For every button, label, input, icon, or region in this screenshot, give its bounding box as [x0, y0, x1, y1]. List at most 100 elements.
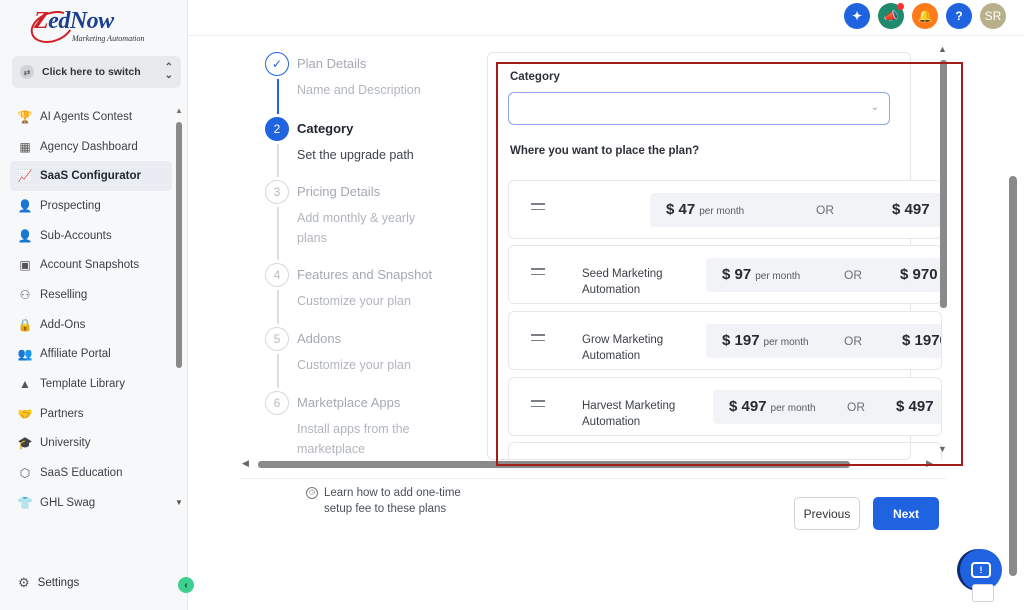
magic-wand-button[interactable]: ✦ — [844, 3, 870, 29]
plan-row[interactable]: Harvest Marketing Automation $ 497 per mon… — [508, 377, 942, 436]
logo-z: Z — [34, 8, 49, 34]
plan-row-partial[interactable] — [508, 442, 942, 460]
step-description: Set the upgrade path — [297, 148, 414, 162]
panel-horizontal-scrollbar[interactable] — [258, 461, 850, 468]
or-label: OR — [844, 268, 862, 282]
sidebar-item-label: University — [40, 437, 91, 450]
step-description: Name and Description — [297, 83, 421, 97]
sidebar-item-label: Account Snapshots — [40, 259, 140, 272]
step-check-icon: ✓ — [265, 52, 289, 76]
sidebar-item-reselling[interactable]: ⚇ Reselling — [10, 280, 172, 310]
step-number: 3 — [265, 180, 289, 204]
sidebar-item-label: AI Agents Contest — [40, 110, 133, 123]
monthly-price: $ 47 per month — [666, 201, 744, 218]
sidebar-item-label: Partners — [40, 407, 84, 420]
monthly-amount: $ 197 — [722, 332, 760, 349]
step-title: Category — [297, 121, 354, 136]
sidebar-item-saas-education[interactable]: ⬡ SaaS Education — [10, 458, 172, 488]
panel-scroll-up-icon[interactable]: ▲ — [938, 44, 947, 54]
setup-fee-info-text: Learn how to add one-time setup fee to t… — [324, 487, 461, 515]
sidebar-item-affiliate-portal[interactable]: 👥 Affiliate Portal — [10, 340, 172, 370]
sidebar-item-label: Affiliate Portal — [40, 348, 111, 361]
updown-chevron-icon: ⌃ ⌄ — [164, 62, 173, 81]
sidebar-scroll-down-icon[interactable]: ▼ — [175, 498, 183, 507]
account-switcher[interactable]: ⇄ Click here to switch ⌃ ⌄ — [12, 56, 181, 88]
next-button[interactable]: Next — [873, 497, 939, 530]
monthly-price: $ 197 per month — [722, 332, 809, 349]
panel-scroll-left-icon[interactable]: ◀ — [242, 458, 249, 469]
per-month-label: per month — [699, 206, 745, 217]
drag-handle-icon[interactable] — [531, 268, 545, 279]
price-pill: $ 197per month OR $ 1970 — [706, 324, 941, 358]
sidebar-item-ghl-swag[interactable]: 👕 GHL Swag — [10, 488, 172, 518]
category-label: Category — [510, 71, 560, 83]
step-title: Plan Details — [297, 56, 367, 71]
handshake-icon: 🤝 — [17, 406, 33, 421]
drag-handle-icon[interactable] — [531, 334, 545, 345]
page-vertical-scrollbar[interactable] — [1009, 176, 1017, 576]
sidebar-item-label: SaaS Education — [40, 467, 123, 480]
sidebar-item-ai-agents-contest[interactable]: 🏆 AI Agents Contest — [10, 102, 172, 132]
drag-handle-icon[interactable] — [531, 400, 545, 411]
sidebar-item-template-library[interactable]: ▲ Template Library — [10, 369, 172, 399]
previous-button[interactable]: Previous — [794, 497, 860, 530]
sidebar-item-add-ons[interactable]: 🔒 Add-Ons — [10, 310, 172, 340]
sidebar-item-university[interactable]: 🎓 University — [10, 429, 172, 459]
panel-scroll-down-icon[interactable]: ▼ — [938, 444, 947, 454]
people-icon: 👥 — [17, 347, 33, 362]
step-description: Customize your plan — [297, 294, 411, 308]
per-month-label: per month — [770, 403, 816, 414]
sidebar-scroll-up-icon[interactable]: ▲ — [175, 106, 183, 115]
settings-label: Settings — [37, 577, 80, 589]
avatar[interactable]: SR — [980, 3, 1006, 29]
step-connector — [277, 354, 279, 388]
sidebar-item-agency-dashboard[interactable]: ▦ Agency Dashboard — [10, 132, 172, 162]
notifications-button[interactable]: 🔔 — [912, 3, 938, 29]
or-label: OR — [844, 334, 862, 348]
step-connector — [277, 144, 279, 177]
panel-scroll-right-icon[interactable]: ▶ — [926, 458, 933, 469]
snapshot-icon: ▣ — [19, 258, 31, 273]
minimized-widget[interactable] — [972, 584, 994, 602]
sidebar-nav: 🏆 AI Agents Contest ▦ Agency Dashboard 📈 SaaS… — [10, 102, 172, 518]
logo-wordmark: ZedNow — [34, 8, 114, 35]
avatar-initials: SR — [984, 9, 1002, 23]
sidebar-item-saas-configurator[interactable]: 📈 SaaS Configurator — [10, 161, 172, 192]
sidebar-item-settings[interactable]: ⚙ Settings — [18, 575, 79, 591]
shirt-icon: 👕 — [17, 495, 33, 510]
sidebar-item-label: Prospecting — [40, 199, 101, 212]
price-pill: $ 47 per month OR $ 497 — [650, 193, 941, 227]
clock-icon: ◷ — [306, 487, 318, 499]
collapse-sidebar-button[interactable]: ‹ — [178, 577, 194, 593]
sidebar-scrollbar[interactable] — [176, 122, 182, 368]
monthly-price: $ 497 per month — [729, 398, 816, 415]
sidebar-item-sub-accounts[interactable]: 👤 Sub-Accounts — [10, 221, 172, 251]
user-icon: 👤 — [17, 228, 33, 243]
bag-icon: 🔒 — [17, 317, 33, 332]
step-connector — [277, 207, 279, 260]
chat-bubble-icon: ! — [971, 562, 991, 578]
sidebar-item-prospecting[interactable]: 👤 Prospecting — [10, 191, 172, 221]
user-search-icon: 👤 — [17, 198, 33, 213]
announcements-button[interactable]: 📣 — [878, 3, 904, 29]
plan-row[interactable]: $ 47 per month OR $ 497 — [508, 180, 942, 239]
plan-row[interactable]: Grow Marketing Automation $ 197 per month O… — [508, 311, 942, 370]
placement-question: Where you want to place the plan? — [510, 145, 700, 157]
help-button[interactable]: ? — [946, 3, 972, 29]
drag-handle-icon[interactable] — [531, 203, 545, 214]
category-select[interactable]: ⌄ — [508, 92, 890, 125]
plan-name: Harvest Marketing Automation — [582, 400, 676, 428]
price-pill: $ 497 per month OR $ 497 — [713, 390, 941, 424]
monthly-amount: $ 497 — [729, 398, 767, 415]
switch-icon: ⇄ — [20, 65, 34, 79]
step-number: 6 — [265, 391, 289, 415]
or-label: OR — [847, 400, 865, 414]
setup-fee-info[interactable]: ◷ Learn how to add one-time setup fee to… — [306, 485, 484, 517]
sidebar-item-partners[interactable]: 🤝 Partners — [10, 399, 172, 429]
plan-row[interactable]: Seed Marketing Automation $ 97 per month OR… — [508, 245, 942, 304]
sidebar-item-account-snapshots[interactable]: ▣ Account Snapshots — [10, 250, 172, 280]
zednow-logo[interactable]: ZedNow Marketing Automation — [26, 5, 170, 49]
step-number: 5 — [265, 327, 289, 351]
step-title: Features and Snapshot — [297, 267, 433, 282]
panel-vertical-scrollbar[interactable] — [940, 60, 947, 308]
